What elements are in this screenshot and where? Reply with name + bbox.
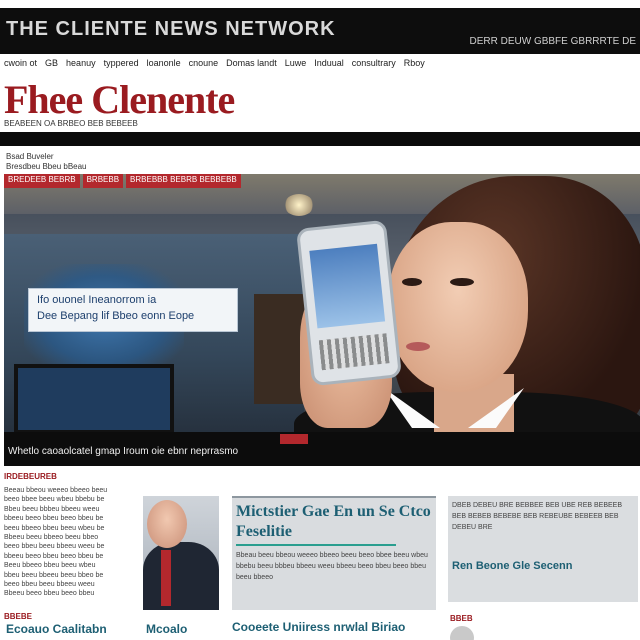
nav-item[interactable]: loanonle [147,58,181,72]
article-line: Bbeeu beeo bbeu beeo bbeu [4,590,95,598]
avatar [450,626,474,640]
story-card[interactable]: Mictstier Gae En un Se Ctco Feselitie Bb… [232,496,436,610]
phone [295,219,403,387]
phone-screen [309,243,386,329]
bottom-headline[interactable]: Cooeete Uniiress nrwlal Biriao [232,620,405,634]
breadcrumb: Bsad Buveler Bresdbeu Bbeu bBeau [6,152,87,172]
woman-face [388,222,528,392]
hero-image[interactable]: BREDEEB BEBRB BRBEBB BRBEBBB BEBRB BEBBE… [4,174,640,466]
portrait-suit [143,542,219,610]
hero-ceiling-light [284,194,314,216]
article-line: bbeu beeu bbeeu beeu bbeo be [4,571,104,579]
nav-item[interactable]: Rboy [404,58,425,72]
bottom-tag: BBEB [450,614,473,623]
nav-item[interactable]: consultrary [352,58,396,72]
article-line: beeo bbeu beeu bbeeu weeu be [4,543,105,551]
bottom-tag: BBEBE [4,612,33,621]
woman-lips [406,342,430,351]
nav-item[interactable]: cnoune [189,58,219,72]
portrait-tie [161,550,171,606]
article-line: bbeeu beeo bbeu beeo bbeu be [4,552,104,560]
banner-title: THE CLIENTE NEWS NETWORK [6,18,336,40]
portrait-photo[interactable] [143,496,219,610]
article-line: Bbeu beeu bbbeu bbeeu weeu [4,505,100,513]
masthead-subtitle: BEABEEN OA BRBEO BEB BEBEEB [4,119,138,128]
bottom-headline[interactable]: Mcoalo [146,622,187,636]
nav-item[interactable]: cwoin ot [4,58,37,72]
side-card[interactable]: DBEB DEBEU BRE BEBBEE BEB UBE REB BEBEEB… [448,496,638,602]
article-line: beeu bbeeo bbeu beeu wbeu be [4,524,105,532]
hero-overlay-line: Dee Bepang lif Bbeo eonn Eope [37,310,195,322]
story-card-accent [236,544,396,546]
hero-caption-tag [280,434,308,444]
hero-overlay-box: Ifo ouonel Ineanorrom ia Dee Bepang lif … [28,288,238,332]
nav-item[interactable]: heanuy [66,58,96,72]
breadcrumb-line[interactable]: Bsad Buveler [6,152,87,162]
hero-badge[interactable]: BRBEBB [82,174,124,188]
site-logo[interactable]: Fhee Clenente [4,76,235,123]
story-card-body: Bbeau beeu bbeou weeeo bbeeo beeu beeo b… [236,552,428,581]
masthead-divider [0,132,640,146]
article-column: Beeau bbeou weeeo bbeeo beeu beeo bbee b… [4,486,136,606]
article-line: Beeau bbeou weeeo bbeeo beeu [4,487,108,494]
hero-caption[interactable]: Whetlo caoaolcatel gmap Iroum oie ebnr n… [8,446,238,457]
article-line: beeo bbee beeu wbeu bbebu be [4,496,105,504]
story-card-title[interactable]: Mictstier Gae En un Se Ctco Feselitie [236,502,432,542]
phone-keypad [318,333,390,371]
article-line: Bbeeu beeu bbeeo beeu bbeo [4,534,99,542]
bottom-headline[interactable]: Ecoauo Caalitabn [6,622,107,636]
bottom-headlines: BBEBE Ecoauo Caalitabn Mcoalo Cooeete Un… [0,612,640,640]
woman-eye [450,278,474,286]
banner-right-text: DERR DEUW GBBFE GBRRRTE DE [469,36,637,47]
portrait-head [147,500,187,548]
nav-item[interactable]: Induual [314,58,344,72]
nav-item[interactable]: Luwe [285,58,307,72]
breadcrumb-line: Bresdbeu Bbeu bBeau [6,162,87,171]
hero-overlay-line: Ifo ouonel Ineanorrom ia [37,294,157,306]
side-card-body: DBEB DEBEU BRE BEBBEE BEB UBE REB BEBEEB… [452,502,623,531]
side-card-headline[interactable]: Ren Beone Gle Secenn [452,560,634,572]
article-line: bbeeu beeo bbeu beeo bbeu be [4,515,104,523]
nav-item[interactable]: GB [45,58,58,72]
hero-badge[interactable]: BREDEEB BEBRB [4,174,80,188]
top-nav: cwoin ot GB heanuy typpered loanonle cno… [0,58,640,72]
section-label[interactable]: IRDEBEUREB [4,472,57,481]
nav-item[interactable]: Domas landt [226,58,277,72]
hero-monitor [14,364,174,434]
hero-badge[interactable]: BRBEBBB BEBRB BEBBEBB [126,174,241,188]
woman-eye [402,278,422,286]
article-line: Beeu bbeeo bbeu beeu wbeu [4,562,96,570]
top-banner: THE CLIENTE NEWS NETWORK DERR DEUW GBBFE… [0,8,640,54]
hero-badges: BREDEEB BEBRB BRBEBB BRBEBBB BEBRB BEBBE… [4,174,241,188]
article-line: beeo bbeu beeu bbeeu weeu [4,581,95,589]
nav-item[interactable]: typpered [104,58,139,72]
